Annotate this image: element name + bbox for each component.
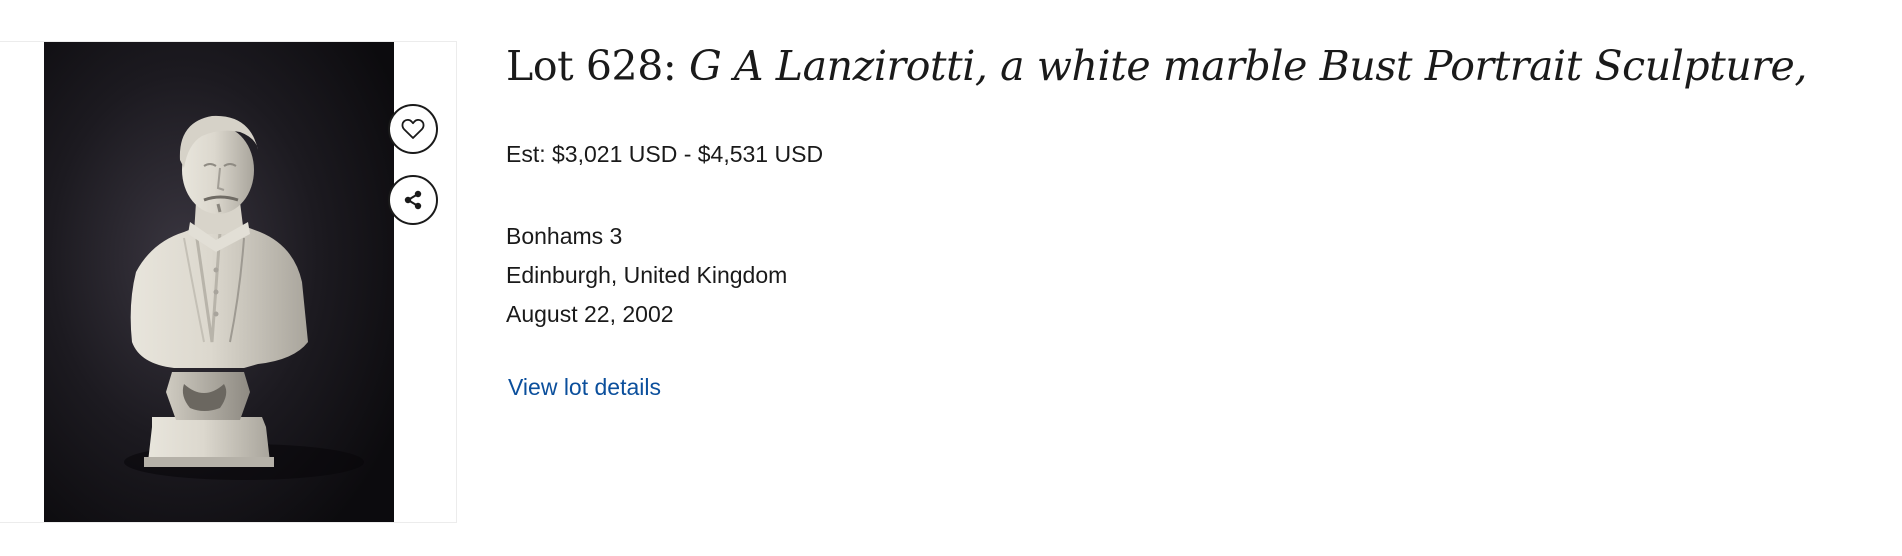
share-button[interactable] — [388, 175, 438, 225]
lot-number: Lot 628: — [506, 42, 677, 90]
sale-location: Edinburgh, United Kingdom — [506, 262, 788, 288]
lot-image[interactable] — [44, 42, 394, 522]
lot-image-card — [0, 41, 457, 523]
favorite-button[interactable] — [388, 104, 438, 154]
auction-house: Bonhams 3 — [506, 223, 623, 249]
heart-icon — [401, 118, 425, 140]
lot-name: G A Lanzirotti, a white marble Bust Port… — [688, 42, 1808, 90]
lot-title[interactable]: Lot 628: G A Lanzirotti, a white marble … — [506, 38, 1807, 94]
sale-date: August 22, 2002 — [506, 301, 674, 327]
view-lot-details-link[interactable]: View lot details — [508, 373, 661, 401]
marble-bust-image — [44, 42, 394, 522]
share-icon — [401, 188, 425, 212]
sale-info: Bonhams 3 Edinburgh, United Kingdom Augu… — [506, 217, 787, 334]
lot-estimate: Est: $3,021 USD - $4,531 USD — [506, 141, 824, 167]
